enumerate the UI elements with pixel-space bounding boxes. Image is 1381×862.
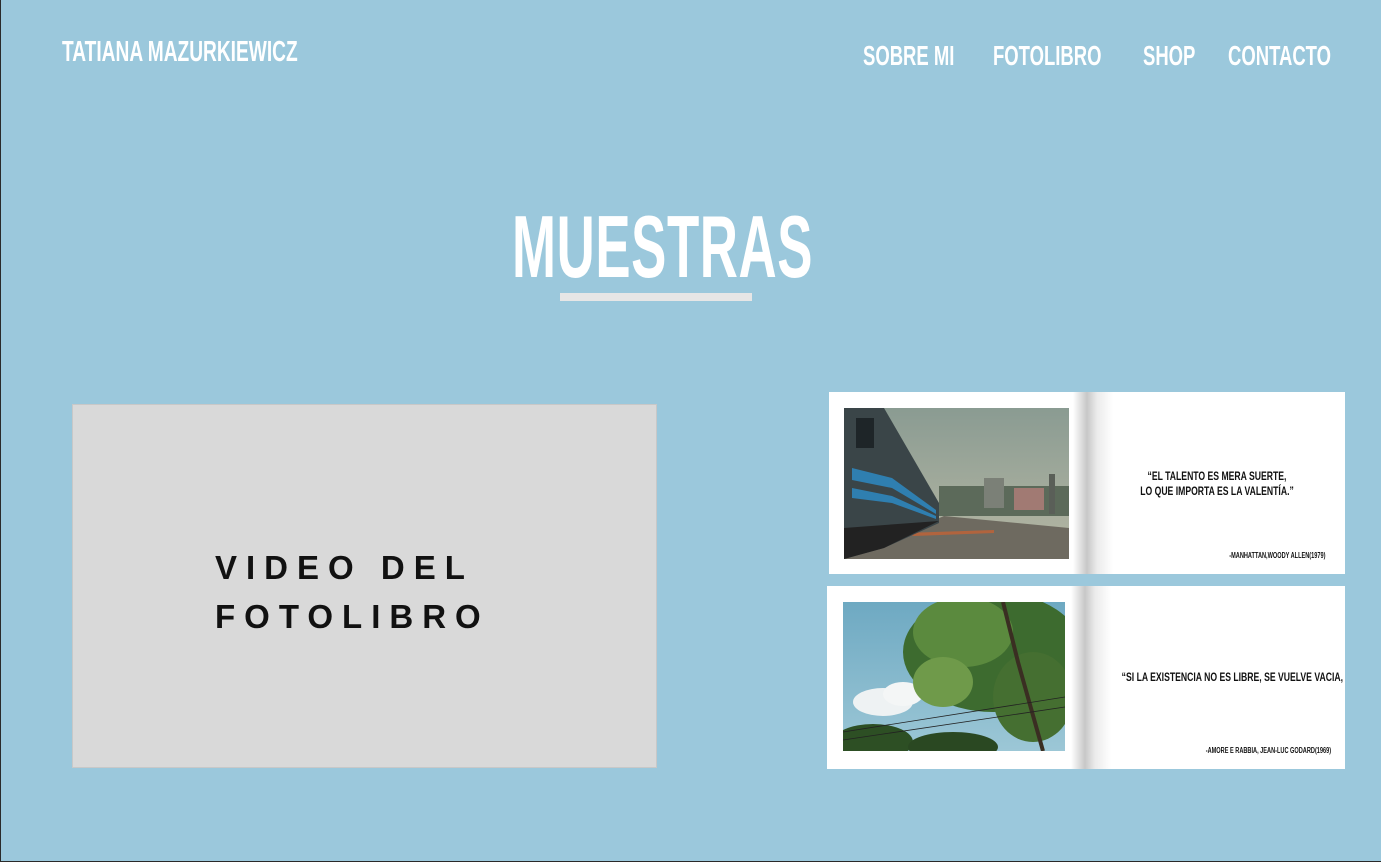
title-underline: [560, 293, 752, 301]
nav-contacto[interactable]: CONTACTO: [1228, 40, 1331, 72]
spread-1-quote-line-1: “EL TALENTO ES MERA SUERTE,: [1147, 469, 1287, 483]
page-title: MUESTRAS: [512, 197, 814, 296]
spread-gutter: [1071, 586, 1111, 769]
spread-1-quote-line-2: LO QUE IMPORTA ES LA VALENTÍA.”: [1140, 484, 1294, 498]
train-tracks-photo: [844, 408, 1069, 559]
spread-2-credit: -AMORE E RABBIA, JEAN-LUC GODARD(1969): [1205, 746, 1331, 755]
video-label: VIDEO DEL FOTOLIBRO: [215, 543, 490, 641]
spread-2-quote: “SI LA EXISTENCIA NO ES LIBRE, SE VUELVE…: [1121, 670, 1345, 685]
spread-1-quote: “EL TALENTO ES MERA SUERTE, LO QUE IMPOR…: [1123, 469, 1310, 499]
fotolibro-video[interactable]: VIDEO DEL FOTOLIBRO: [72, 404, 657, 768]
book-spread-2[interactable]: “SI LA EXISTENCIA NO ES LIBRE, SE VUELVE…: [827, 586, 1345, 769]
spread-1-credit: -MANHATTAN,WOODY ALLEN(1979): [1228, 551, 1325, 560]
tree-canopy-photo: [843, 602, 1065, 751]
spread-gutter: [1073, 392, 1113, 574]
video-label-line-1: VIDEO DEL: [215, 549, 474, 586]
nav-sobre-mi[interactable]: SOBRE MI: [863, 40, 954, 72]
video-label-line-2: FOTOLIBRO: [215, 598, 490, 635]
book-spread-1[interactable]: “EL TALENTO ES MERA SUERTE, LO QUE IMPOR…: [829, 392, 1345, 574]
nav-fotolibro[interactable]: FOTOLIBRO: [993, 40, 1101, 72]
spread-2-quote-line-1: “SI LA EXISTENCIA NO ES LIBRE, SE VUELVE…: [1121, 670, 1345, 684]
main-nav: SOBRE MI FOTOLIBRO SHOP CONTACTO: [1, 40, 1381, 76]
nav-shop[interactable]: SHOP: [1143, 40, 1195, 72]
